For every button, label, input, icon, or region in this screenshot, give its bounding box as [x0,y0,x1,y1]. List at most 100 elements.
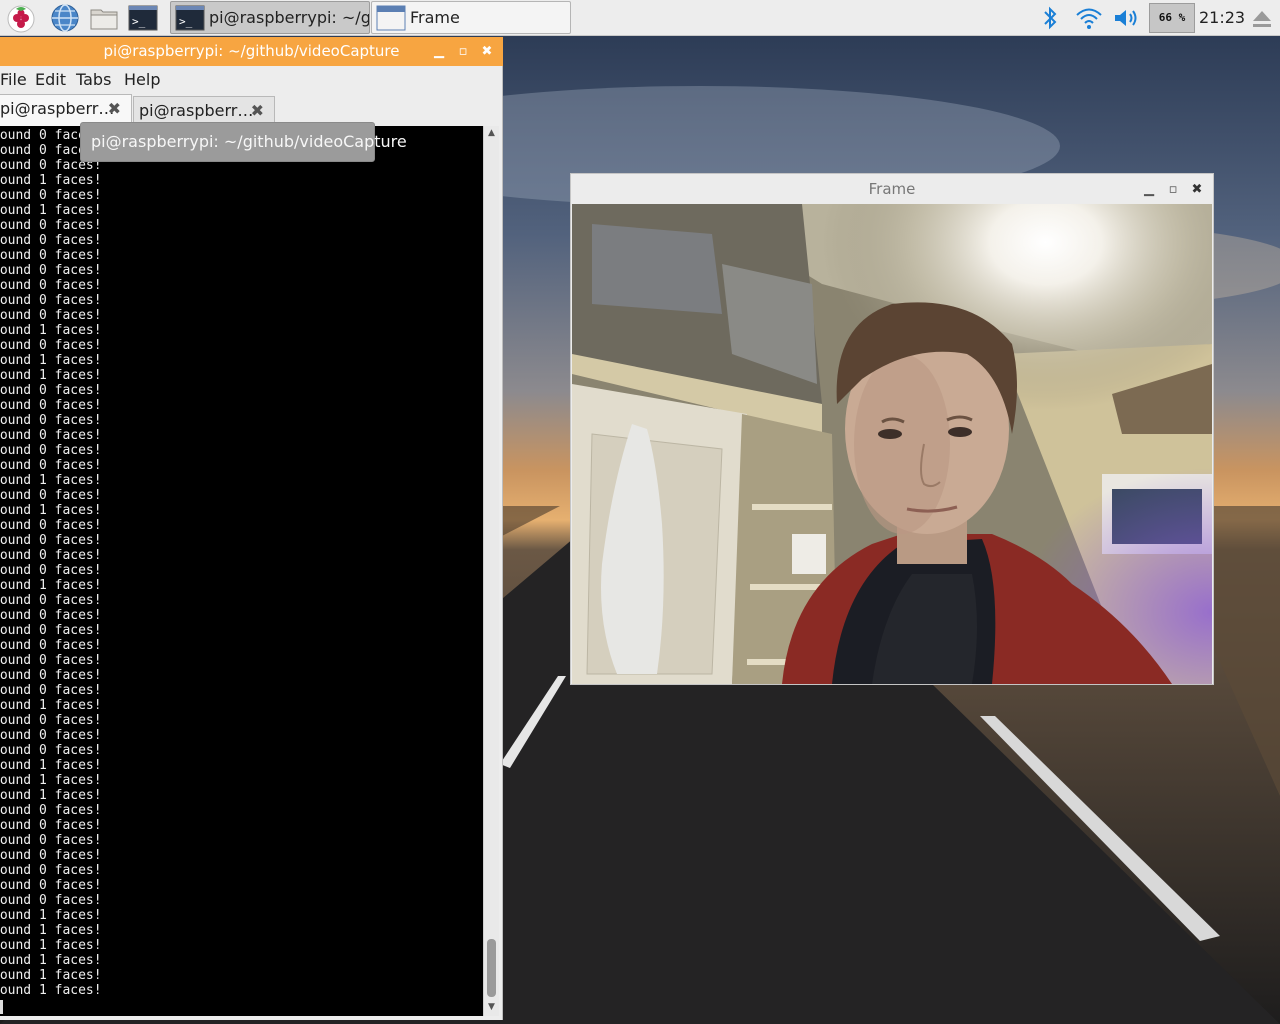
frame-window: Frame ▁ ▫ ✖ [570,173,1214,685]
terminal-line: Found 1 faces! [0,578,102,593]
terminal-line: Found 1 faces! [0,773,102,788]
tab-close-icon[interactable]: ✖ [108,95,121,123]
terminal-line: Found 0 faces! [0,818,102,833]
terminal-scrollbar[interactable]: ▲ ▼ [483,126,499,1016]
terminal-line: Found 0 faces! [0,728,102,743]
terminal-icon: >_ [175,5,205,31]
frame-title: Frame [868,180,916,198]
taskbar-frame-label: Frame [410,8,460,27]
svg-text:>_: >_ [132,15,146,28]
terminal-line: Found 1 faces! [0,953,102,968]
terminal-line: Found 0 faces! [0,803,102,818]
terminal-line: Found 0 faces! [0,248,102,263]
tab-2-label: pi@raspberr… [139,101,254,120]
tab-1-label: pi@raspberr… [0,99,115,118]
scrollbar-thumb[interactable] [487,939,496,997]
terminal-line: Found 0 faces! [0,458,102,473]
taskbar-terminal-label: pi@raspberrypi: ~/git… [209,8,370,27]
terminal-line: Found 1 faces! [0,503,102,518]
eject-icon[interactable] [1250,4,1274,32]
taskbar-terminal-button[interactable]: >_ pi@raspberrypi: ~/git… [170,1,370,34]
terminal-line: Found 0 faces! [0,683,102,698]
terminal-line: Found 0 faces! [0,608,102,623]
terminal-line: Found 0 faces! [0,398,102,413]
terminal-output[interactable]: Found 0 faces! Found 0 faces! Found 0 face… [0,126,483,1016]
terminal-line: Found 1 faces! [0,173,102,188]
taskbar-frame-button[interactable]: Frame [371,1,571,34]
terminal-line: Found 0 faces! [0,443,102,458]
window-icon [376,5,406,31]
frame-titlebar[interactable]: Frame ▁ ▫ ✖ [571,174,1213,204]
terminal-line: Found 0 faces! [0,263,102,278]
terminal-line: Found 0 faces! [0,638,102,653]
tab-close-icon[interactable]: ✖ [251,97,264,125]
terminal-line: Found 0 faces! [0,278,102,293]
terminal-line: Found 0 faces! [0,743,102,758]
tab-tooltip: pi@raspberrypi: ~/github/videoCapture [80,122,407,162]
svg-text:>_: >_ [179,15,193,28]
scroll-up-icon[interactable]: ▲ [484,126,499,140]
menu-edit[interactable]: Edit [35,70,66,89]
minimize-icon[interactable]: ▁ [427,37,451,66]
terminal-line: Found 1 faces! [0,698,102,713]
terminal-window: pi@raspberrypi: ~/github/videoCapture ▁ … [0,37,503,1020]
terminal-line: Found 1 faces! [0,788,102,803]
raspberry-menu-icon[interactable] [6,3,36,33]
close-icon[interactable]: ✖ [475,37,499,66]
close-icon[interactable]: ✖ [1185,174,1209,203]
terminal-launcher-icon[interactable]: >_ [128,3,158,33]
terminal-line: Found 0 faces! [0,428,102,443]
terminal-line: Found 1 faces! [0,353,102,368]
terminal-line: Found 0 faces! [0,863,102,878]
terminal-menubar: File Edit Tabs Help [0,66,503,94]
terminal-line: Found 0 faces! [0,308,102,323]
minimize-icon[interactable]: ▁ [1137,174,1161,203]
terminal-line: Found 0 faces! [0,548,102,563]
volume-icon[interactable] [1112,4,1142,32]
terminal-title: pi@raspberrypi: ~/github/videoCapture [103,42,400,60]
terminal-line: Found 0 faces! [0,218,102,233]
terminal-line: Found 1 faces! [0,968,102,983]
terminal-line: Found 0 faces! [0,383,102,398]
terminal-line: Found 1 faces! [0,323,102,338]
terminal-line: Found 1 faces! [0,923,102,938]
scroll-down-icon[interactable]: ▼ [484,1000,499,1014]
terminal-line: Found 1 faces! [0,938,102,953]
terminal-line: Found 1 faces! [0,473,102,488]
tab-2[interactable]: pi@raspberr… ✖ [133,96,275,125]
wifi-icon[interactable] [1074,4,1104,32]
maximize-icon[interactable]: ▫ [1161,174,1185,203]
maximize-icon[interactable]: ▫ [451,37,475,66]
terminal-line: Found 0 faces! [0,563,102,578]
clock[interactable]: 21:23 [1199,0,1245,36]
webcam-video-feed [572,204,1212,684]
terminal-line: Found 1 faces! [0,758,102,773]
terminal-line: Found 0 faces! [0,518,102,533]
terminal-line: Found 0 faces! [0,413,102,428]
terminal-line: Found 0 faces! [0,893,102,908]
terminal-lines: Found 0 faces! Found 0 faces! Found 0 face… [0,128,102,998]
menu-tabs[interactable]: Tabs [76,70,111,89]
terminal-line: Found 1 faces! [0,908,102,923]
web-browser-icon[interactable] [50,3,80,33]
terminal-line: Found 0 faces! [0,653,102,668]
terminal-line: Found 0 faces! [0,833,102,848]
terminal-line: Found 0 faces! [0,233,102,248]
bluetooth-icon[interactable] [1038,4,1062,32]
terminal-line: Found 0 faces! [0,713,102,728]
terminal-line: Found 0 faces! [0,488,102,503]
terminal-line: Found 0 faces! [0,593,102,608]
file-manager-icon[interactable] [89,3,119,33]
cpu-usage-monitor[interactable]: 66 % [1149,3,1195,33]
terminal-line: Found 0 faces! [0,848,102,863]
terminal-line: Found 0 faces! [0,293,102,308]
menu-file[interactable]: File [0,70,27,89]
terminal-line: Found 0 faces! [0,878,102,893]
terminal-line: Found 1 faces! [0,368,102,383]
terminal-cursor [0,1000,3,1014]
menu-help[interactable]: Help [124,70,160,89]
terminal-titlebar[interactable]: pi@raspberrypi: ~/github/videoCapture ▁ … [0,37,503,66]
terminal-line: Found 1 faces! [0,203,102,218]
terminal-line: Found 0 faces! [0,623,102,638]
terminal-line: Found 0 faces! [0,533,102,548]
